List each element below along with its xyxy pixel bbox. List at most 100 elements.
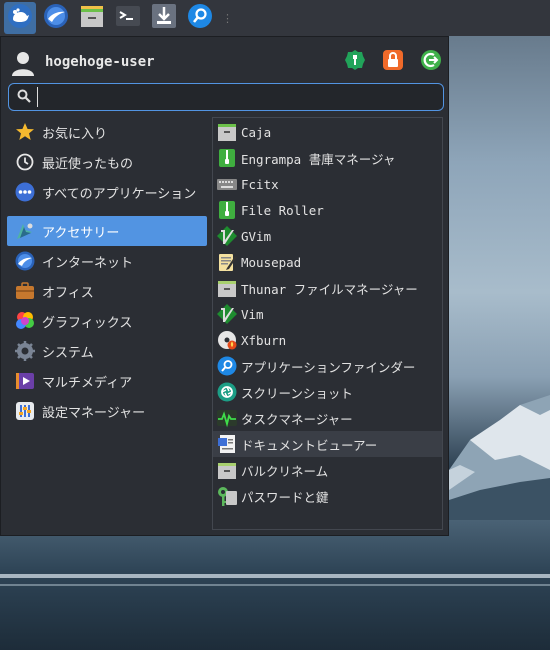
app-finder-icon — [217, 356, 237, 376]
category-item-label: オフィス — [42, 285, 94, 301]
category-item[interactable]: 設定マネージャー — [7, 396, 207, 426]
lock-screen-button[interactable] — [382, 49, 404, 75]
archive-icon — [217, 200, 237, 220]
app-item-label: Fcitx — [241, 176, 279, 192]
terminal-icon — [115, 3, 141, 33]
category-item[interactable]: システム — [7, 336, 207, 366]
file-manager-launcher[interactable] — [76, 2, 108, 34]
app-item-label: Engrampa 書庫マネージャ — [241, 151, 396, 167]
vim-icon — [217, 226, 237, 246]
disc-burner-icon — [217, 330, 237, 350]
category-item[interactable]: すべてのアプリケーション — [7, 177, 207, 207]
settings-button[interactable] — [344, 49, 366, 75]
internet-icon — [15, 251, 35, 271]
category-item-label: 最近使ったもの — [42, 156, 134, 172]
category-item-label: アクセサリー — [42, 225, 120, 241]
settings-icon — [344, 49, 366, 75]
app-item-label: GVim — [241, 228, 272, 244]
panel-separator-handle[interactable]: ⋮ — [222, 13, 233, 24]
log-out-button[interactable] — [420, 49, 442, 75]
web-browser-icon — [43, 3, 69, 33]
web-browser-launcher[interactable] — [40, 2, 72, 34]
caja-icon — [217, 122, 237, 142]
search-box — [8, 83, 444, 111]
app-item[interactable]: Caja — [213, 119, 442, 145]
settings-manager-icon — [15, 401, 35, 421]
category-item-label: システム — [42, 345, 94, 361]
app-item-label: File Roller — [241, 202, 324, 218]
app-item[interactable]: Xfburn — [213, 327, 442, 353]
category-item[interactable]: グラフィックス — [7, 306, 207, 336]
username: hogehoge-user — [45, 54, 155, 70]
archive-icon — [217, 148, 237, 168]
avatar — [9, 48, 37, 76]
search-input[interactable] — [37, 87, 443, 107]
app-item[interactable]: スクリーンショット — [213, 379, 442, 405]
app-item[interactable]: Fcitx — [213, 171, 442, 197]
app-item[interactable]: タスクマネージャー — [213, 405, 442, 431]
category-item-label: マルチメディア — [42, 375, 133, 391]
app-item-label: Xfburn — [241, 332, 287, 348]
text-editor-icon — [217, 252, 237, 272]
terminal-launcher[interactable] — [112, 2, 144, 34]
category-item-label: 設定マネージャー — [42, 405, 146, 421]
category-item[interactable]: お気に入り — [7, 117, 207, 147]
app-item-label: スクリーンショット — [241, 385, 353, 401]
top-panel: ⋮ — [0, 0, 550, 36]
clock-icon — [15, 152, 35, 172]
downloads-launcher[interactable] — [148, 2, 180, 34]
app-item-label: Vim — [241, 306, 264, 322]
app-item-label: タスクマネージャー — [241, 411, 353, 427]
app-item-label: Caja — [241, 124, 272, 140]
system-icon — [15, 341, 35, 361]
app-item[interactable]: GVim — [213, 223, 442, 249]
whisker-menu-button[interactable] — [4, 2, 36, 34]
downloads-icon — [151, 3, 177, 33]
app-item[interactable]: Vim — [213, 301, 442, 327]
app-item[interactable]: File Roller — [213, 197, 442, 223]
vim-icon — [217, 304, 237, 324]
app-item-label: ドキュメントビューアー — [241, 437, 378, 453]
folder-icon — [217, 278, 237, 298]
search-icon — [17, 88, 31, 107]
app-finder-icon — [187, 3, 213, 33]
passwords-keys-icon — [217, 486, 237, 506]
folder-icon — [217, 460, 237, 480]
category-item-label: お気に入り — [42, 126, 108, 142]
office-icon — [15, 281, 35, 301]
app-item-label: アプリケーションファインダー — [241, 359, 416, 375]
app-item-label: バルクリネーム — [241, 463, 329, 479]
all-apps-icon — [15, 182, 35, 202]
multimedia-icon — [15, 371, 35, 391]
app-item[interactable]: Engrampa 書庫マネージャ — [213, 145, 442, 171]
category-item[interactable]: インターネット — [7, 246, 207, 276]
app-item-label: Mousepad — [241, 254, 302, 270]
app-finder-launcher[interactable] — [184, 2, 216, 34]
category-item[interactable]: アクセサリー — [7, 216, 207, 246]
app-item[interactable]: Mousepad — [213, 249, 442, 275]
category-item-label: グラフィックス — [42, 315, 133, 331]
xfce-mouse-icon — [7, 3, 33, 33]
log-out-icon — [420, 49, 442, 75]
category-item[interactable]: オフィス — [7, 276, 207, 306]
star-icon — [15, 122, 35, 142]
user-header: hogehoge-user — [9, 45, 442, 79]
accessories-icon — [15, 221, 35, 241]
whisker-menu: hogehoge-user お気に入り 最近使ったもの すべてのアプリケーション… — [0, 36, 449, 536]
file-manager-icon — [79, 3, 105, 33]
app-item[interactable]: ドキュメントビューアー — [213, 431, 442, 457]
app-item[interactable]: バルクリネーム — [213, 457, 442, 483]
app-item[interactable]: Thunar ファイルマネージャー — [213, 275, 442, 301]
app-item[interactable]: アプリケーションファインダー — [213, 353, 442, 379]
category-item[interactable]: 最近使ったもの — [7, 147, 207, 177]
task-manager-icon — [217, 408, 237, 428]
category-item-label: インターネット — [42, 255, 134, 271]
keyboard-icon — [217, 174, 237, 194]
application-list: Caja Engrampa 書庫マネージャ Fcitx File Roller GVim… — [212, 117, 443, 530]
category-item[interactable]: マルチメディア — [7, 366, 207, 396]
category-item-label: すべてのアプリケーション — [42, 186, 197, 202]
app-item[interactable]: パスワードと鍵 — [213, 483, 442, 509]
screenshot-icon — [217, 382, 237, 402]
category-list: お気に入り最近使ったものすべてのアプリケーション アクセサリー インターネット オフ… — [7, 117, 207, 426]
lock-screen-icon — [382, 49, 404, 75]
